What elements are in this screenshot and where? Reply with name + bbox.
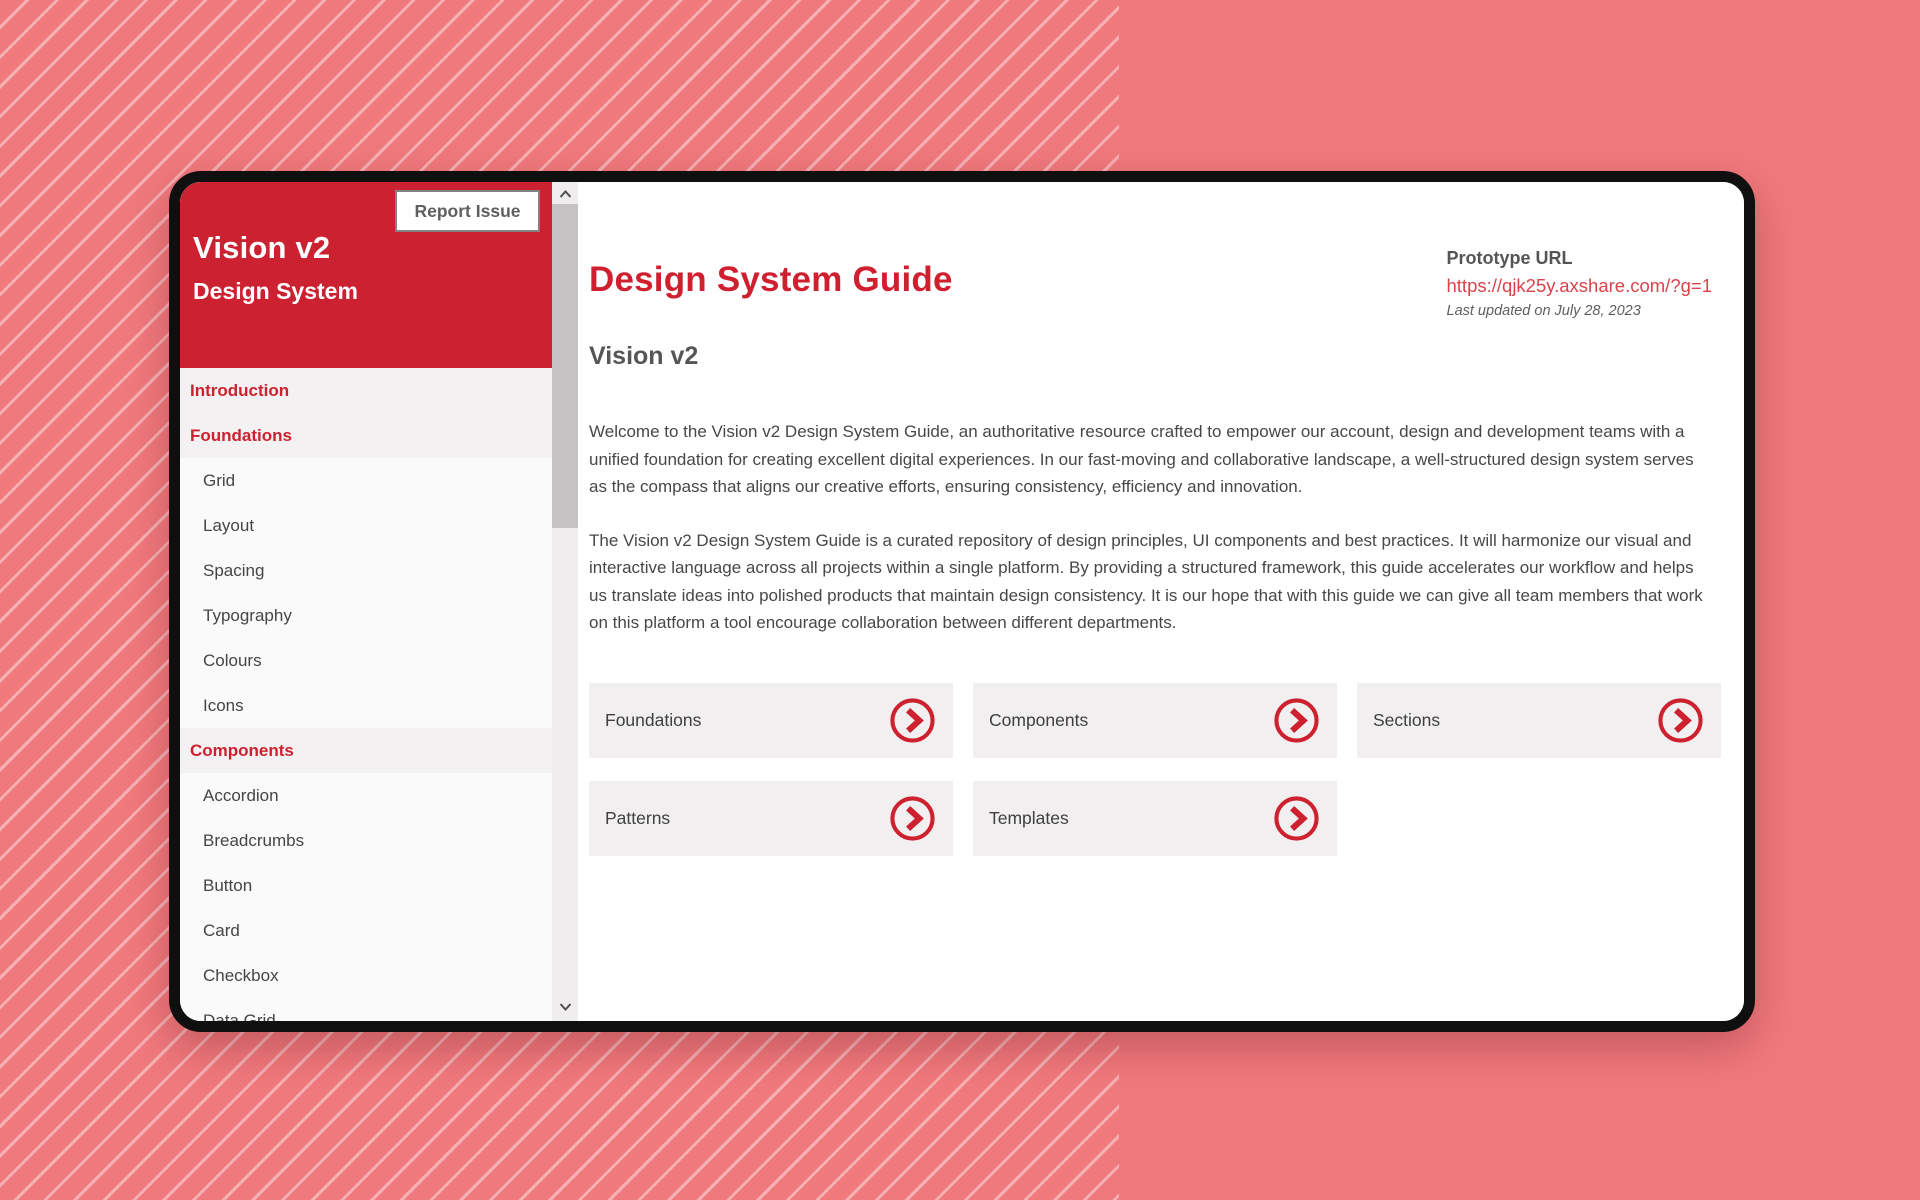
card-grid: Foundations Components Sections Patterns Tem… <box>589 683 1721 856</box>
card-label: Patterns <box>605 808 670 829</box>
chevron-right-circle-icon[interactable] <box>1273 795 1320 842</box>
card-templates[interactable]: Templates <box>973 781 1337 856</box>
sidebar-item-breadcrumbs[interactable]: Breadcrumbs <box>180 818 552 863</box>
last-updated-text: Last updated on July 28, 2023 <box>1447 303 1713 319</box>
sidebar-item-card[interactable]: Card <box>180 908 552 953</box>
sidebar-item-icons[interactable]: Icons <box>180 683 552 728</box>
scroll-down-icon[interactable] <box>552 997 578 1017</box>
card-sections[interactable]: Sections <box>1357 683 1721 758</box>
app-subtitle: Design System <box>193 278 358 305</box>
sidebar: Vision v2 Design System Report Issue Int… <box>180 182 552 1021</box>
sidebar-item-layout[interactable]: Layout <box>180 503 552 548</box>
sidebar-item-components[interactable]: Components <box>180 728 552 773</box>
card-patterns[interactable]: Patterns <box>589 781 953 856</box>
sidebar-item-typography[interactable]: Typography <box>180 593 552 638</box>
card-label: Templates <box>989 808 1069 829</box>
card-components[interactable]: Components <box>973 683 1337 758</box>
page-title: Design System Guide <box>589 260 953 300</box>
sidebar-item-accordion[interactable]: Accordion <box>180 773 552 818</box>
prototype-url-label: Prototype URL <box>1447 248 1713 269</box>
app-window: Vision v2 Design System Report Issue Int… <box>169 171 1755 1032</box>
sidebar-scrollbar[interactable] <box>552 182 578 1021</box>
scroll-up-icon[interactable] <box>552 184 578 204</box>
intro-paragraphs: Welcome to the Vision v2 Design System G… <box>589 418 1707 663</box>
card-label: Sections <box>1373 710 1440 731</box>
report-issue-button[interactable]: Report Issue <box>395 190 540 232</box>
app-title: Vision v2 <box>193 230 330 266</box>
prototype-url-link[interactable]: https://qjk25y.axshare.com/?g=1 <box>1447 275 1713 297</box>
sidebar-item-checkbox[interactable]: Checkbox <box>180 953 552 998</box>
chevron-right-circle-icon[interactable] <box>889 795 936 842</box>
sidebar-item-button[interactable]: Button <box>180 863 552 908</box>
sidebar-item-colours[interactable]: Colours <box>180 638 552 683</box>
card-foundations[interactable]: Foundations <box>589 683 953 758</box>
card-label: Foundations <box>605 710 701 731</box>
sidebar-item-foundations[interactable]: Foundations <box>180 413 552 458</box>
sidebar-item-data-grid[interactable]: Data Grid <box>180 998 552 1021</box>
sidebar-item-introduction[interactable]: Introduction <box>180 368 552 413</box>
section-heading: Vision v2 <box>589 342 698 371</box>
chevron-right-circle-icon[interactable] <box>1273 697 1320 744</box>
intro-paragraph-1: Welcome to the Vision v2 Design System G… <box>589 418 1707 501</box>
card-label: Components <box>989 710 1088 731</box>
prototype-url-block: Prototype URL https://qjk25y.axshare.com… <box>1447 248 1713 319</box>
sidebar-item-grid[interactable]: Grid <box>180 458 552 503</box>
scrollbar-thumb[interactable] <box>552 204 578 528</box>
intro-paragraph-2: The Vision v2 Design System Guide is a c… <box>589 527 1707 637</box>
sidebar-item-spacing[interactable]: Spacing <box>180 548 552 593</box>
sidebar-header: Vision v2 Design System Report Issue <box>180 182 552 368</box>
chevron-right-circle-icon[interactable] <box>1657 697 1704 744</box>
main-content: Design System Guide Prototype URL https:… <box>578 182 1744 1021</box>
sidebar-nav: IntroductionFoundationsGridLayoutSpacing… <box>180 368 552 1021</box>
chevron-right-circle-icon[interactable] <box>889 697 936 744</box>
